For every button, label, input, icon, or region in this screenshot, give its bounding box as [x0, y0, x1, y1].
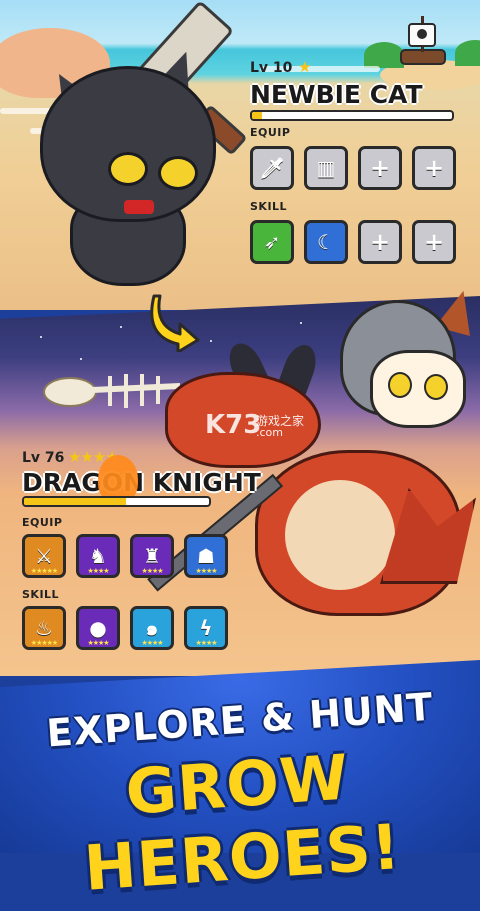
xp-bar — [22, 496, 211, 507]
slot-rating-stars: ★★★★★ — [30, 639, 58, 647]
fireball-icon[interactable]: ● ★★★★ — [76, 606, 120, 650]
watermark-logo: K73 — [205, 410, 262, 440]
empty-slot-icon-glyph: + — [369, 154, 391, 182]
empty-slot-icon[interactable]: + — [412, 220, 456, 264]
lightning-icon[interactable]: ϟ ★★★★ — [184, 606, 228, 650]
fireball-icon-glyph: ● — [89, 616, 107, 640]
fire-sword-icon-glyph: ⚔ — [35, 544, 53, 568]
knight-eye — [424, 374, 448, 400]
lightning-icon-glyph: ϟ — [199, 616, 213, 640]
cat-eye — [108, 152, 148, 186]
knight-eye — [388, 372, 412, 398]
slot-rating-stars: ★★★★★ — [30, 567, 58, 575]
black-cat-hero — [40, 66, 216, 222]
xp-fill — [252, 112, 262, 119]
empty-slot-icon[interactable]: + — [358, 220, 402, 264]
star — [210, 340, 212, 342]
dagger-icon-glyph: 🗡 — [259, 156, 285, 180]
skill-label: SKILL — [22, 588, 60, 601]
star — [80, 358, 82, 360]
crimson-armor-icon-glyph: ♞ — [89, 544, 107, 568]
palm-tree — [455, 40, 480, 66]
slot-rating-stars: ★★★★ — [87, 567, 109, 575]
hero-level: Lv 10 — [250, 60, 293, 76]
star — [40, 336, 42, 338]
throwing-knives-icon[interactable]: ➶ — [250, 220, 294, 264]
slot-rating-stars: ★★★★ — [195, 567, 217, 575]
throwing-knives-icon-glyph: ➶ — [263, 230, 281, 254]
crescent-slash-icon-glyph: ☾ — [317, 230, 335, 254]
dragon-mask-icon-glyph: ☗ — [197, 544, 215, 568]
demon-helm-icon[interactable]: ♜ ★★★★ — [130, 534, 174, 578]
empty-slot-icon-glyph: + — [423, 228, 445, 256]
hero-level: Lv 76 — [22, 450, 65, 466]
equip-label: EQUIP — [250, 126, 291, 139]
star — [120, 326, 122, 328]
fire-sword-icon[interactable]: ⚔ ★★★★★ — [22, 534, 66, 578]
bowtie-icon — [124, 200, 154, 214]
slot-rating-stars: ★★★★ — [195, 639, 217, 647]
slot-rating-stars: ★★★★ — [87, 639, 109, 647]
knight-cat-hero — [370, 350, 466, 428]
empty-slot-icon[interactable]: + — [412, 146, 456, 190]
hero-stars: ★ — [298, 58, 311, 76]
dragon-belly — [285, 480, 395, 590]
wooden-shield-icon-glyph: ▥ — [316, 156, 336, 180]
wooden-shield-icon[interactable]: ▥ — [304, 146, 348, 190]
skill-label: SKILL — [250, 200, 288, 213]
xp-bar — [250, 110, 454, 121]
demon-helm-icon-glyph: ♜ — [143, 544, 161, 568]
dragon-breath-icon[interactable]: ♨ ★★★★★ — [22, 606, 66, 650]
equip-label: EQUIP — [22, 516, 63, 529]
tornado-icon[interactable]: ๑ ★★★★ — [130, 606, 174, 650]
dagger-icon[interactable]: 🗡 — [250, 146, 294, 190]
curved-arrow-icon — [150, 294, 200, 352]
xp-fill — [24, 498, 126, 505]
hero-name: NEWBIE CAT — [250, 80, 423, 109]
crimson-armor-icon[interactable]: ♞ ★★★★ — [76, 534, 120, 578]
watermark-url: .com — [256, 426, 283, 439]
slot-rating-stars: ★★★★ — [141, 567, 163, 575]
dragon-breath-icon-glyph: ♨ — [35, 616, 53, 640]
empty-slot-icon-glyph: + — [423, 154, 445, 182]
empty-slot-icon-glyph: + — [369, 228, 391, 256]
beach-scene-panel: Lv 10 ★ NEWBIE CAT EQUIP 🗡 ▥ + + SKILL ➶ ☾ + + — [0, 0, 480, 310]
star — [300, 322, 302, 324]
dragon-mask-icon[interactable]: ☗ ★★★★ — [184, 534, 228, 578]
empty-slot-icon[interactable]: + — [358, 146, 402, 190]
pirate-ship-icon — [395, 12, 451, 72]
slot-rating-stars: ★★★★ — [141, 639, 163, 647]
crescent-slash-icon[interactable]: ☾ — [304, 220, 348, 264]
hero-name: DRAGON KNIGHT — [22, 468, 261, 497]
cat-eye — [158, 156, 198, 190]
